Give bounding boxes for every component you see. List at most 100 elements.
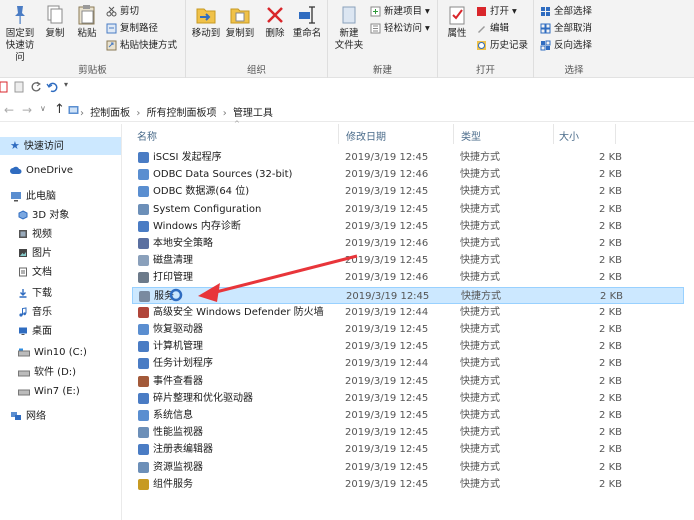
column-header-type[interactable]: 类型 [461,128,481,143]
rename-button[interactable]: 重命名 [290,4,324,40]
file-row[interactable]: 组件服务 2019/3/19 12:45 快捷方式 2 KB [132,476,684,493]
select-all-button[interactable]: 全部选择 [540,4,592,20]
file-row[interactable]: 磁盘清理 2019/3/19 12:45 快捷方式 2 KB [132,252,684,269]
pin-label-line1: 固定到 [5,28,35,39]
sidebar-item-onedrive[interactable]: OneDrive [10,162,73,180]
copy-path-button[interactable]: 复制路径 [106,21,158,37]
file-date: 2019/3/19 12:45 [345,375,429,387]
file-date: 2019/3/19 12:44 [345,358,429,370]
sidebar-item-this-pc[interactable]: 此电脑 [10,188,56,206]
file-type: 快捷方式 [460,255,500,267]
forward-arrow-icon[interactable]: → [22,103,32,117]
file-row[interactable]: Windows 内存诊断 2019/3/19 12:45 快捷方式 2 KB [132,218,684,235]
file-type: 快捷方式 [461,290,501,302]
sidebar-item-drive-d[interactable]: 软件 (D:) [18,364,76,382]
copy-button[interactable]: 复制 [40,4,70,40]
sidebar-item-label: Win7 (E:) [34,386,80,397]
edit-button[interactable]: 编辑 [476,21,509,37]
file-row[interactable]: 系统信息 2019/3/19 12:45 快捷方式 2 KB [132,407,684,424]
open-button[interactable]: 打开 ▾ [476,4,517,20]
sidebar-item-pictures[interactable]: 图片 [18,245,52,263]
easy-access-button[interactable]: 轻松访问 ▾ [370,21,430,37]
new-group: 新建 文件夹 新建项目 ▾ 轻松访问 ▾ 新建 [328,0,438,78]
file-size: 2 KB [599,461,622,473]
breadcrumb-all-control-panel-items[interactable]: 所有控制面板项 [147,108,217,119]
paste-shortcut-button[interactable]: 粘贴快捷方式 [106,38,177,54]
select-none-button[interactable]: 全部取消 [540,21,592,37]
pin-to-quick-access-button[interactable]: 固定到 快速访问 [2,4,38,64]
file-row[interactable]: 本地安全策略 2019/3/19 12:46 快捷方式 2 KB [132,235,684,252]
file-row[interactable]: 恢复驱动器 2019/3/19 12:45 快捷方式 2 KB [132,321,684,338]
sidebar-item-videos[interactable]: 视频 [18,226,52,244]
file-name: 高级安全 Windows Defender 防火墙 [153,306,324,318]
file-row[interactable]: 高级安全 Windows Defender 防火墙 2019/3/19 12:44… [132,304,684,321]
file-row[interactable]: System Configuration 2019/3/19 12:45 快捷方式 2… [132,201,684,218]
recent-dropdown-icon[interactable]: ∨ [40,104,46,113]
sidebar-item-music[interactable]: 音乐 [18,304,52,322]
file-row[interactable]: 事件查看器 2019/3/19 12:45 快捷方式 2 KB [132,373,684,390]
up-arrow-icon[interactable]: ↑ [54,102,65,117]
sidebar-item-label: 软件 (D:) [34,367,77,378]
sidebar-item-quick-access[interactable]: ★ 快速访问 [0,137,121,155]
sidebar-item-desktop[interactable]: 桌面 [18,323,52,341]
file-row[interactable]: 计算机管理 2019/3/19 12:45 快捷方式 2 KB [132,338,684,355]
file-row[interactable]: 服务 2019/3/19 12:45 快捷方式 2 KB [132,286,684,304]
column-header-size[interactable]: 大小 [559,128,579,143]
file-row[interactable]: 任务计划程序 2019/3/19 12:44 快捷方式 2 KB [132,355,684,372]
shortcut-icon [138,392,149,404]
file-name: 计算机管理 [153,341,203,353]
refresh-qat-icon[interactable] [30,81,42,93]
sidebar-item-drive-c[interactable]: Win10 (C:) [18,344,87,362]
file-type: 快捷方式 [460,444,500,456]
shortcut-icon [138,375,149,387]
back-arrow-icon[interactable]: ← [4,103,14,117]
qat-dropdown-icon[interactable]: ▾ [64,80,68,89]
file-date: 2019/3/19 12:45 [345,220,429,232]
column-header-date[interactable]: 修改日期 [346,128,386,143]
delete-label: 删除 [265,28,285,39]
file-size: 2 KB [599,341,622,353]
sidebar-item-drive-e[interactable]: Win7 (E:) [18,383,80,401]
properties-button[interactable]: 属性 [442,4,472,40]
file-name: 任务计划程序 [153,358,213,370]
new-item-button[interactable]: 新建项目 ▾ [370,4,430,20]
new-folder-label-line1: 新建 [339,28,359,39]
file-type: 快捷方式 [460,461,500,473]
sidebar-item-network[interactable]: 网络 [10,408,46,426]
new-folder-qat-icon[interactable] [14,81,24,93]
file-date: 2019/3/19 12:45 [345,152,429,163]
sidebar-item-3d-objects[interactable]: 3D 对象 [18,207,69,225]
file-size: 2 KB [599,203,622,215]
file-row[interactable]: 注册表编辑器 2019/3/19 12:45 快捷方式 2 KB [132,441,684,458]
sidebar-item-documents[interactable]: 文档 [18,264,52,282]
column-header-name[interactable]: 名称 [137,128,157,143]
delete-button[interactable]: 删除 [262,4,288,40]
properties-qat-icon[interactable] [0,81,8,93]
breadcrumb-admin-tools[interactable]: 管理工具 [233,108,273,119]
delete-x-icon [267,7,283,23]
file-row[interactable]: 资源监视器 2019/3/19 12:45 快捷方式 2 KB [132,459,684,476]
file-type: 快捷方式 [460,238,500,249]
file-row[interactable]: 性能监视器 2019/3/19 12:45 快捷方式 2 KB [132,424,684,441]
file-row[interactable]: 打印管理 2019/3/19 12:46 快捷方式 2 KB [132,269,684,286]
undo-qat-icon[interactable] [46,81,58,93]
file-row[interactable]: ODBC 数据源(64 位) 2019/3/19 12:45 快捷方式 2 KB [132,183,684,200]
move-to-button[interactable]: 移动到 [190,4,222,40]
history-button[interactable]: 历史记录 [476,38,528,54]
file-row[interactable]: 碎片整理和优化驱动器 2019/3/19 12:45 快捷方式 2 KB [132,390,684,407]
invert-selection-button[interactable]: 反向选择 [540,38,592,54]
file-type: 快捷方式 [460,272,500,284]
file-row[interactable]: ODBC Data Sources (32-bit) 2019/3/19 12:4… [132,166,684,183]
cut-button[interactable]: 剪切 [106,4,139,20]
copy-icon [47,5,63,24]
new-folder-icon [342,6,356,24]
picture-icon [19,249,27,257]
paste-button[interactable]: 粘贴 [72,4,102,40]
copy-to-button[interactable]: 复制到 [224,4,256,40]
sidebar-item-downloads[interactable]: 下载 [18,285,52,303]
column-divider [615,124,616,144]
new-folder-button[interactable]: 新建 文件夹 [332,4,366,52]
shortcut-icon [138,324,149,335]
breadcrumb-control-panel[interactable]: 控制面板 [90,108,130,119]
file-row[interactable]: iSCSI 发起程序 2019/3/19 12:45 快捷方式 2 KB [132,149,684,166]
